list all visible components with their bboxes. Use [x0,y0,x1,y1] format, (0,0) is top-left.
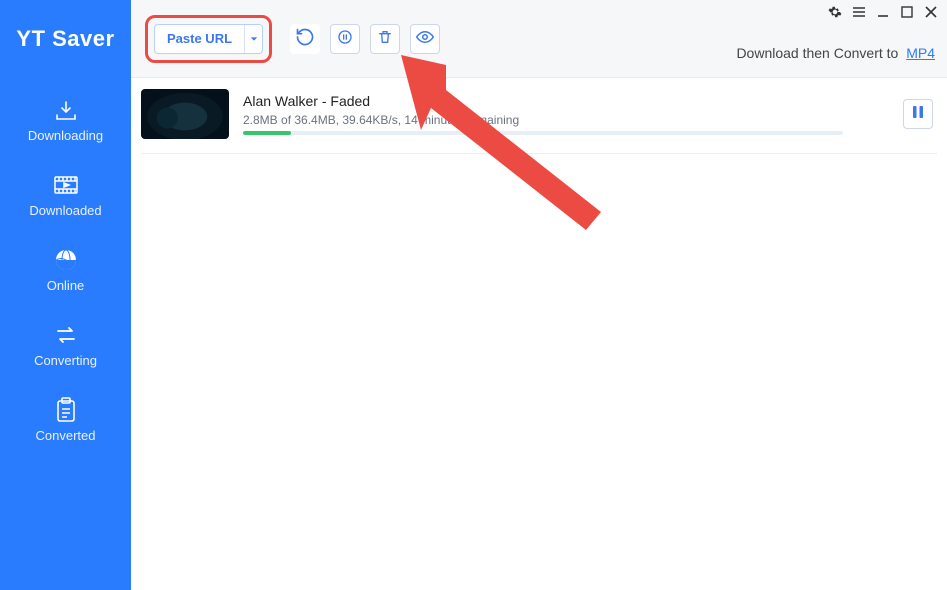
convert-arrows-icon [52,323,80,347]
convert-format-link[interactable]: MP4 [906,45,935,61]
download-arrow-icon [52,98,80,122]
convert-label: Download then Convert to [736,45,898,61]
pause-icon [912,105,924,122]
toolbar: Paste URL [131,0,947,78]
sidebar-nav: Downloading Downloaded [0,78,131,463]
paste-url-highlight: Paste URL [145,15,272,63]
toolbar-actions [290,24,440,54]
downloads-list: Alan Walker - Faded 2.8MB of 36.4MB, 39.… [131,78,947,590]
trash-icon [377,29,393,48]
clipboard-icon [52,398,80,422]
paste-url-label: Paste URL [155,31,244,46]
menu-icon [852,6,866,21]
sidebar-item-downloading[interactable]: Downloading [0,88,131,163]
pause-circle-icon [337,29,353,48]
maximize-icon [901,6,913,21]
video-thumbnail[interactable] [141,89,229,139]
delete-button[interactable] [370,24,400,54]
gear-icon [828,5,842,22]
minimize-button[interactable] [873,4,893,22]
film-strip-icon [52,173,80,197]
paste-url-button[interactable]: Paste URL [154,24,263,54]
sidebar-item-label: Downloaded [29,203,101,218]
sidebar-item-label: Converting [34,353,97,368]
eye-icon [416,30,434,47]
window-controls [825,4,941,22]
main-panel: Paste URL [131,0,947,590]
convert-target: Download then Convert to MP4 [736,45,935,61]
settings-button[interactable] [825,4,845,22]
minimize-icon [877,6,889,21]
sidebar-item-downloaded[interactable]: Downloaded [0,163,131,238]
sidebar-item-label: Converted [36,428,96,443]
sidebar-item-online[interactable]: Online [0,238,131,313]
menu-button[interactable] [849,4,869,22]
sidebar: YT Saver Downloading [0,0,131,590]
brand-name: YT Saver [16,26,114,52]
preview-button[interactable] [410,24,440,54]
download-title: Alan Walker - Faded [243,93,889,109]
globe-icon [52,248,80,272]
brand-logo: YT Saver [0,0,131,78]
close-button[interactable] [921,4,941,22]
pause-all-button[interactable] [330,24,360,54]
chevron-down-icon[interactable] [244,25,262,53]
maximize-button[interactable] [897,4,917,22]
refresh-icon [295,27,315,50]
download-status: 2.8MB of 36.4MB, 39.64KB/s, 14 minutes r… [243,113,889,127]
close-icon [925,6,937,21]
sidebar-item-label: Online [47,278,85,293]
retry-button[interactable] [290,24,320,54]
sidebar-item-label: Downloading [28,128,103,143]
download-info: Alan Walker - Faded 2.8MB of 36.4MB, 39.… [243,93,889,135]
progress-bar [243,131,843,135]
download-item: Alan Walker - Faded 2.8MB of 36.4MB, 39.… [141,92,937,154]
progress-fill [243,131,291,135]
sidebar-item-converted[interactable]: Converted [0,388,131,463]
sidebar-item-converting[interactable]: Converting [0,313,131,388]
pause-button[interactable] [903,99,933,129]
